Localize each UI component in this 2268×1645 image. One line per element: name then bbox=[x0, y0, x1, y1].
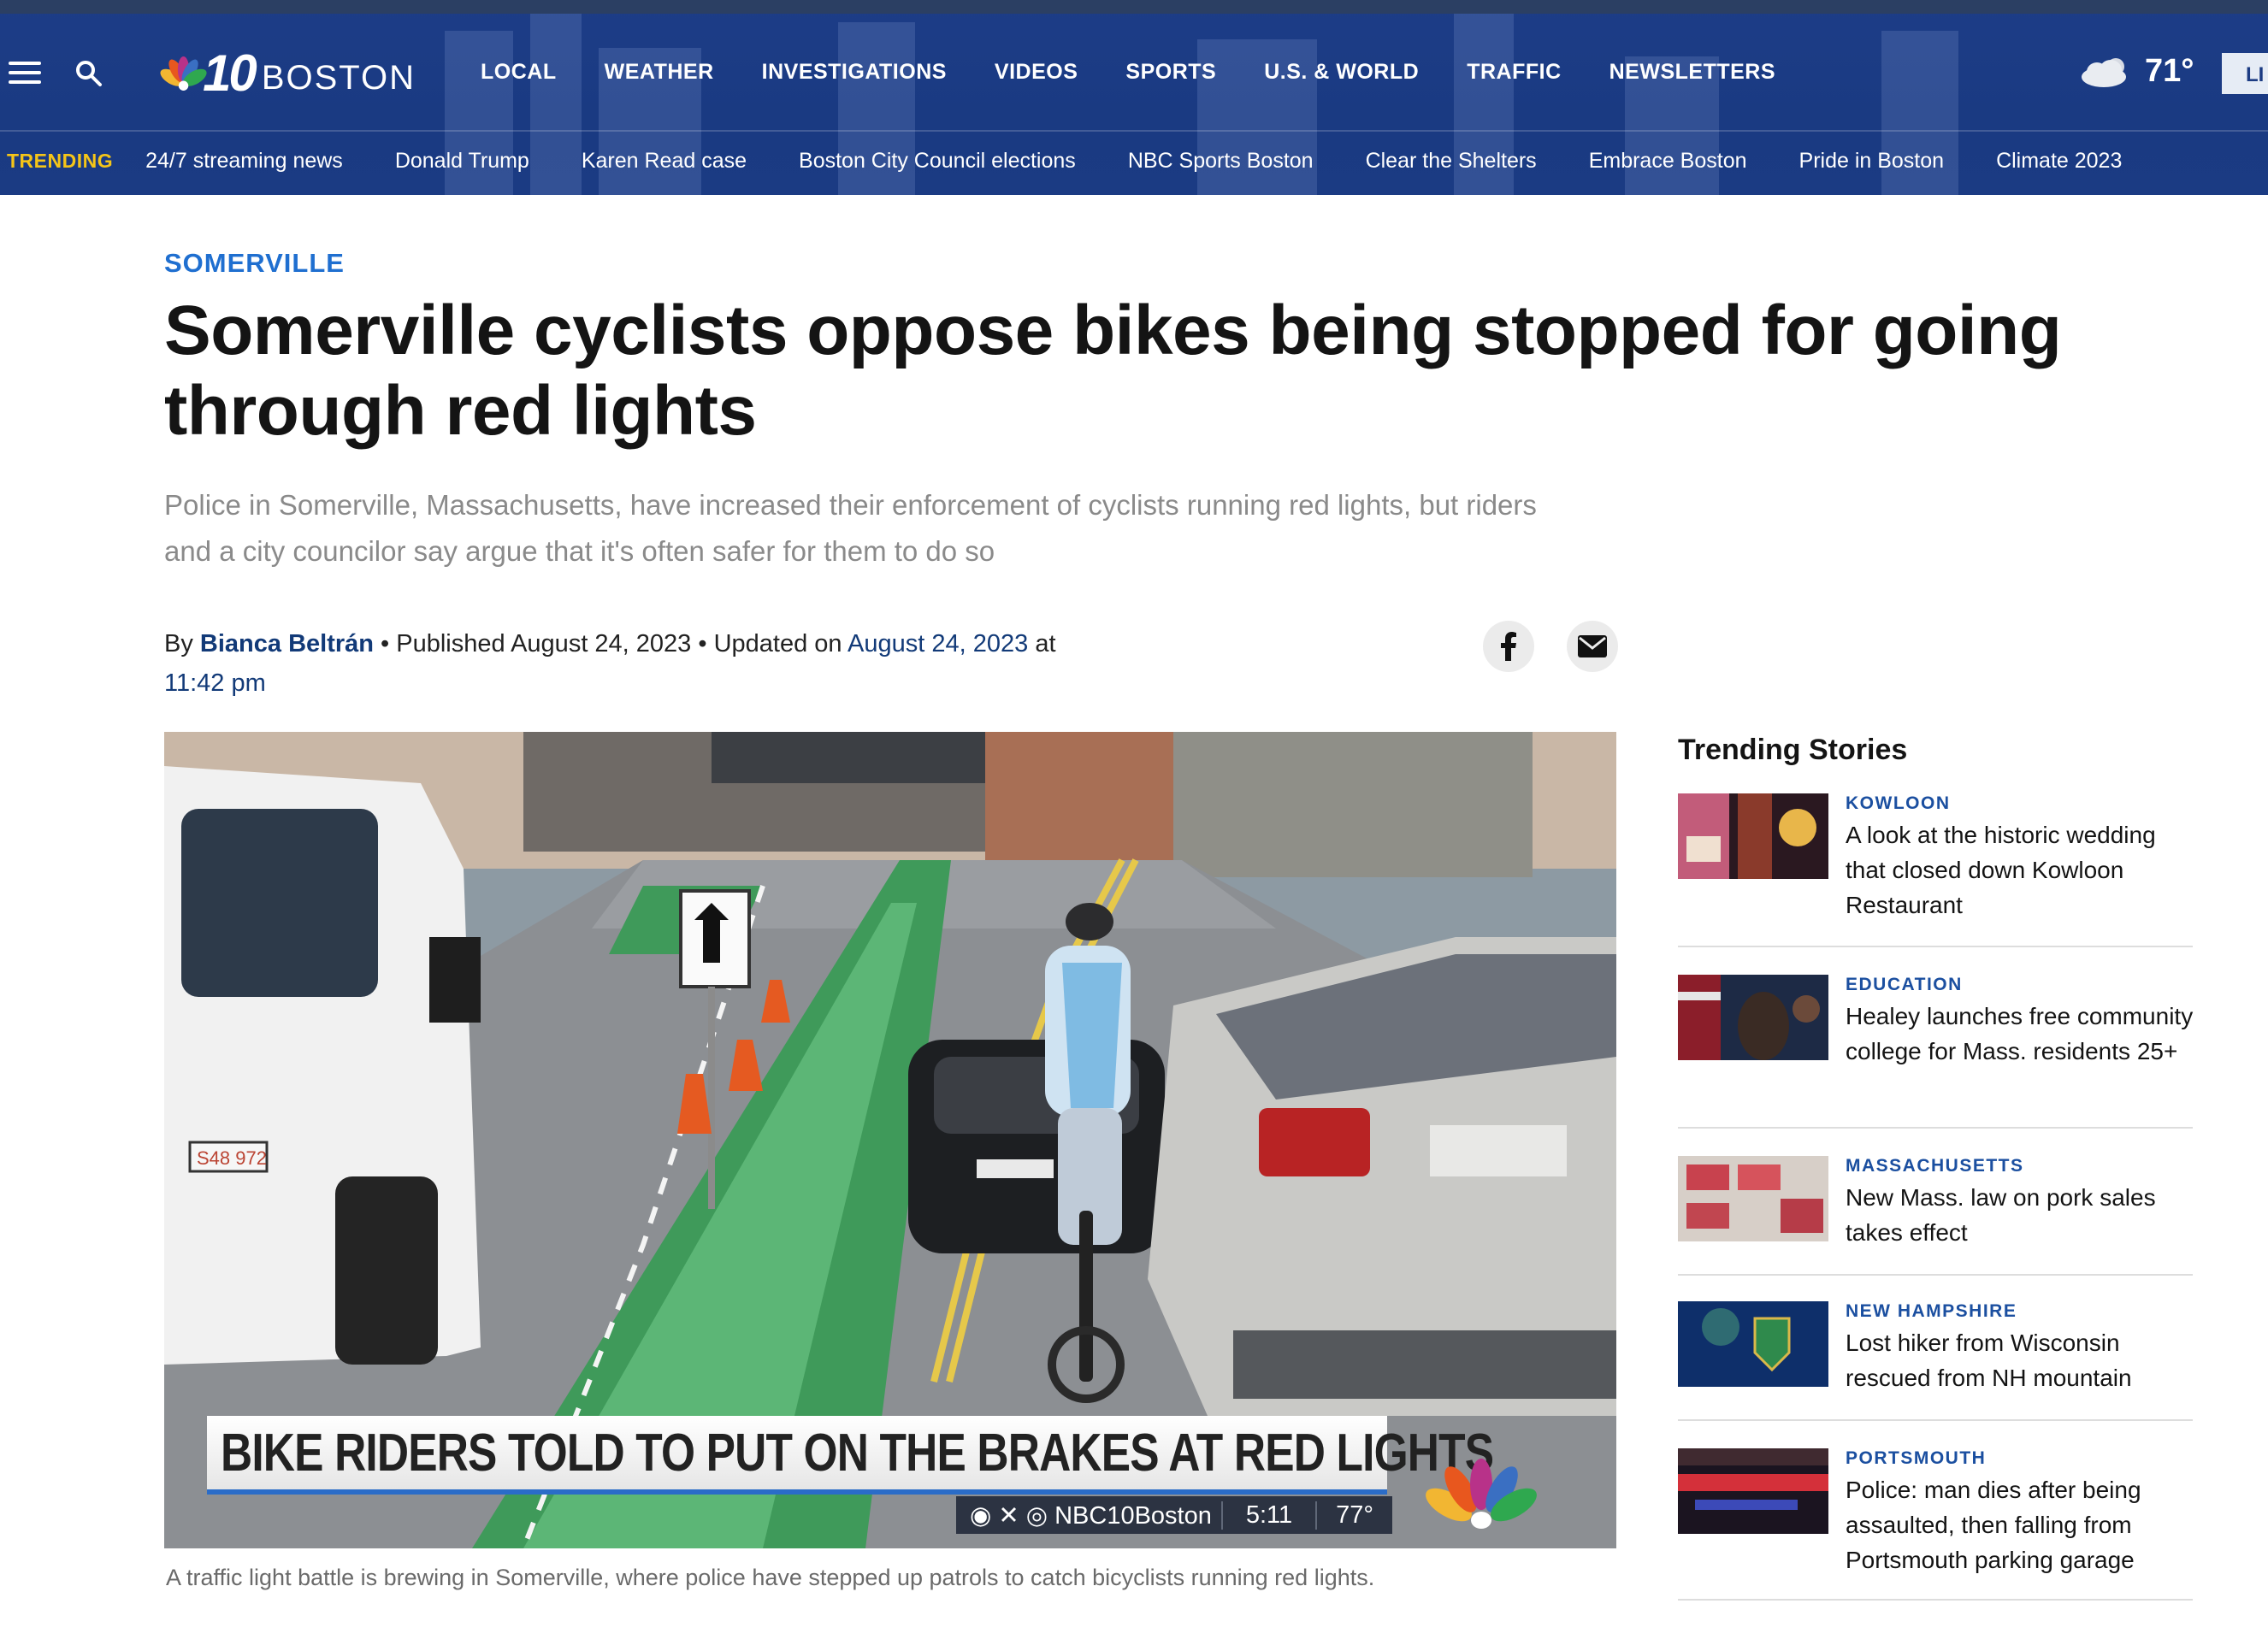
story-title[interactable]: New Mass. law on pork sales takes effect bbox=[1846, 1180, 2196, 1250]
lower-third-headline: BIKE RIDERS TOLD TO PUT ON THE BRAKES AT… bbox=[207, 1416, 1494, 1495]
trending-story[interactable]: MASSACHUSETTS New Mass. law on pork sale… bbox=[1678, 1156, 2193, 1276]
trending-bar: TRENDING 24/7 streaming news Donald Trum… bbox=[7, 149, 2174, 174]
social-handle-text: NBC10Boston bbox=[1054, 1501, 1212, 1530]
nbc-peacock-icon bbox=[1426, 1459, 1537, 1529]
nav-local[interactable]: LOCAL bbox=[481, 60, 557, 85]
trending-stories-title: Trending Stories bbox=[1678, 734, 1908, 766]
facebook-share-button[interactable] bbox=[1483, 621, 1534, 672]
main-nav: LOCAL WEATHER INVESTIGATIONS VIDEOS SPOR… bbox=[481, 60, 1823, 85]
trending-link[interactable]: Karen Read case bbox=[582, 149, 747, 174]
trending-link[interactable]: Pride in Boston bbox=[1799, 149, 1945, 174]
facebook-icon bbox=[1501, 632, 1516, 661]
nbc10-boston-logo[interactable]: 10 BOSTON bbox=[159, 46, 416, 101]
nav-newsletters[interactable]: NEWSLETTERS bbox=[1609, 60, 1775, 85]
story-tag[interactable]: MASSACHUSETTS bbox=[1846, 1156, 2024, 1176]
logo-channel-number: 10 bbox=[203, 44, 257, 102]
peacock-logo-icon bbox=[160, 56, 207, 91]
published-date: • Published August 24, 2023 • Updated on bbox=[381, 630, 842, 657]
image-caption: A traffic light battle is brewing in Som… bbox=[166, 1565, 1375, 1590]
trending-link[interactable]: Donald Trump bbox=[395, 149, 529, 174]
logo-city: BOSTON bbox=[261, 58, 416, 97]
story-tag[interactable]: KOWLOON bbox=[1846, 793, 1950, 814]
van-plate: S48 972 bbox=[197, 1147, 267, 1169]
lower-third-ticker: ◉ ✕ ◎ NBC10Boston 5:11 77° bbox=[956, 1496, 1392, 1534]
updated-time: 11:42 pm bbox=[164, 669, 266, 697]
lower-third-text: BIKE RIDERS TOLD TO PUT ON THE BRAKES AT… bbox=[221, 1424, 1494, 1483]
nav-videos[interactable]: VIDEOS bbox=[995, 60, 1078, 85]
article-dek: Police in Somerville, Massachusetts, hav… bbox=[164, 489, 1537, 567]
trending-link[interactable]: 24/7 streaming news bbox=[145, 149, 343, 174]
nav-traffic[interactable]: TRAFFIC bbox=[1467, 60, 1561, 85]
social-icons: ◉ ✕ ◎ bbox=[970, 1501, 1055, 1530]
site-header: 10 BOSTON LOCAL WEATHER INVESTIGATIONS V… bbox=[0, 0, 2268, 195]
article-byline: By Bianca Beltrán • Published August 24,… bbox=[164, 624, 1105, 703]
story-thumbnail[interactable] bbox=[1678, 975, 1828, 1060]
nav-weather[interactable]: WEATHER bbox=[605, 60, 714, 85]
live-button[interactable]: LI bbox=[2222, 53, 2268, 94]
story-title[interactable]: Lost hiker from Wisconsin rescued from N… bbox=[1846, 1325, 2196, 1395]
email-share-button[interactable] bbox=[1567, 621, 1618, 672]
weather-widget[interactable]: 71° bbox=[2078, 53, 2194, 90]
article-category[interactable]: SOMERVILLE bbox=[164, 248, 345, 279]
trending-link[interactable]: NBC Sports Boston bbox=[1128, 149, 1314, 174]
nav-investigations[interactable]: INVESTIGATIONS bbox=[762, 60, 947, 85]
trending-link[interactable]: Boston City Council elections bbox=[799, 149, 1076, 174]
trending-story[interactable]: PORTSMOUTH Police: man dies after being … bbox=[1678, 1448, 2193, 1601]
story-tag[interactable]: NEW HAMPSHIRE bbox=[1846, 1301, 2017, 1322]
search-icon[interactable] bbox=[74, 58, 104, 89]
story-thumbnail[interactable] bbox=[1678, 793, 1828, 879]
broadcast-time: 5:11 bbox=[1221, 1501, 1315, 1530]
nav-us-world[interactable]: U.S. & WORLD bbox=[1264, 60, 1419, 85]
nav-divider bbox=[0, 130, 2268, 132]
email-icon bbox=[1578, 635, 1607, 657]
story-title[interactable]: Police: man dies after being assaulted, … bbox=[1846, 1472, 2196, 1577]
menu-icon[interactable] bbox=[9, 62, 41, 84]
trending-link[interactable]: Embrace Boston bbox=[1589, 149, 1747, 174]
story-tag[interactable]: PORTSMOUTH bbox=[1846, 1448, 1986, 1469]
broadcast-temp: 77° bbox=[1315, 1501, 1392, 1530]
updated-at: at bbox=[1035, 630, 1056, 657]
hero-video-still[interactable]: S48 972 BIKE RIDERS TOLD TO PUT ON THE B… bbox=[164, 732, 1616, 1548]
trending-label: TRENDING bbox=[7, 150, 114, 172]
author-link[interactable]: Bianca Beltrán bbox=[200, 630, 374, 657]
trending-link[interactable]: Climate 2023 bbox=[1996, 149, 2122, 174]
weather-temperature: 71° bbox=[2145, 53, 2194, 89]
news-lower-third: BIKE RIDERS TOLD TO PUT ON THE BRAKES AT… bbox=[207, 1416, 1558, 1534]
social-handle: ◉ ✕ ◎ NBC10Boston bbox=[956, 1501, 1221, 1530]
nav-sports[interactable]: SPORTS bbox=[1125, 60, 1216, 85]
partly-cloudy-icon bbox=[2082, 57, 2126, 87]
story-tag[interactable]: EDUCATION bbox=[1846, 975, 1963, 995]
trending-story[interactable]: KOWLOON A look at the historic wedding t… bbox=[1678, 793, 2193, 947]
byline-prefix: By bbox=[164, 630, 193, 657]
browser-top-strip bbox=[0, 0, 2268, 14]
story-thumbnail[interactable] bbox=[1678, 1156, 1828, 1241]
story-thumbnail[interactable] bbox=[1678, 1301, 1828, 1387]
updated-date: August 24, 2023 bbox=[848, 630, 1029, 657]
trending-story[interactable]: EDUCATION Healey launches free community… bbox=[1678, 975, 2193, 1129]
story-title[interactable]: A look at the historic wedding that clos… bbox=[1846, 817, 2196, 923]
story-title[interactable]: Healey launches free community college f… bbox=[1846, 999, 2196, 1069]
article-headline: Somerville cyclists oppose bikes being s… bbox=[164, 292, 2062, 450]
trending-link[interactable]: Clear the Shelters bbox=[1366, 149, 1537, 174]
story-thumbnail[interactable] bbox=[1678, 1448, 1828, 1534]
trending-story[interactable]: NEW HAMPSHIRE Lost hiker from Wisconsin … bbox=[1678, 1301, 2193, 1421]
